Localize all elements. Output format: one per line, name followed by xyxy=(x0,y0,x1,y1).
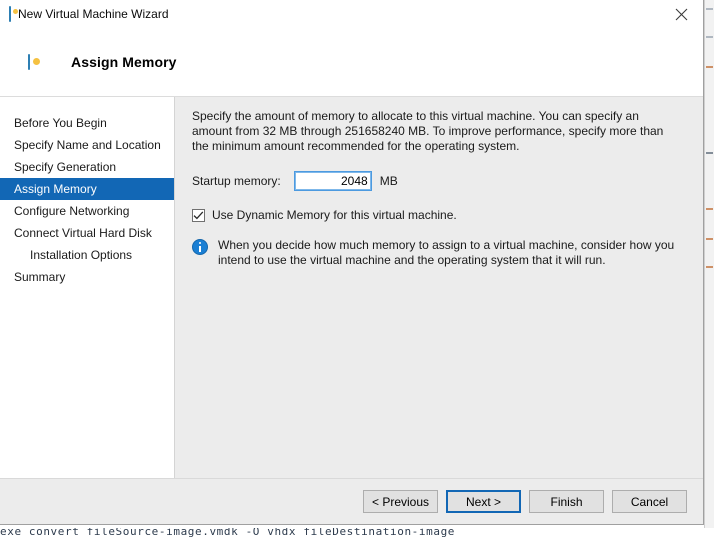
dynamic-memory-checkbox[interactable] xyxy=(192,208,205,222)
close-icon[interactable] xyxy=(659,0,703,28)
finish-button[interactable]: Finish xyxy=(529,490,604,513)
console-command-text: exe convert fileSource-image.vmdk -O vhd… xyxy=(0,528,456,538)
page-title: Assign Memory xyxy=(71,54,177,70)
sidebar-item-installation-options[interactable]: Installation Options xyxy=(0,244,174,266)
background-window-mark xyxy=(706,266,713,268)
new-virtual-machine-wizard-dialog: New Virtual Machine Wizard Assign Memory… xyxy=(0,0,704,525)
virtual-machine-monitor-icon xyxy=(9,6,18,22)
background-window-mark xyxy=(706,208,713,210)
dialog-header: Assign Memory xyxy=(0,28,703,97)
background-window-mark xyxy=(706,8,713,10)
info-icon xyxy=(192,239,208,255)
background-console-line: exe convert fileSource-image.vmdk -O vhd… xyxy=(0,528,714,539)
dynamic-memory-checkbox-row[interactable]: Use Dynamic Memory for this virtual mach… xyxy=(192,208,685,222)
info-icon-stem xyxy=(199,245,201,252)
monitor-screen xyxy=(28,54,40,70)
info-icon-dot xyxy=(199,242,201,244)
sidebar-item-summary[interactable]: Summary xyxy=(0,266,174,288)
sidebar-item-connect-virtual-hard-disk[interactable]: Connect Virtual Hard Disk xyxy=(0,222,174,244)
background-window-mark xyxy=(706,152,713,154)
startup-memory-label: Startup memory: xyxy=(192,174,281,188)
cancel-button[interactable]: Cancel xyxy=(612,490,687,513)
dialog-footer: < Previous Next > Finish Cancel xyxy=(0,478,703,524)
background-window-edge[interactable] xyxy=(704,0,714,539)
dialog-body: Before You Begin Specify Name and Locati… xyxy=(0,97,703,478)
previous-button[interactable]: < Previous xyxy=(363,490,438,513)
startup-memory-input[interactable] xyxy=(293,171,372,191)
dynamic-memory-label: Use Dynamic Memory for this virtual mach… xyxy=(212,208,457,222)
sidebar-item-before-you-begin[interactable]: Before You Begin xyxy=(0,112,174,134)
sidebar-item-assign-memory[interactable]: Assign Memory xyxy=(0,178,174,200)
sidebar-item-specify-generation[interactable]: Specify Generation xyxy=(0,156,174,178)
background-window-mark xyxy=(706,238,713,240)
checkmark-icon xyxy=(193,210,204,219)
sidebar-item-specify-name-and-location[interactable]: Specify Name and Location xyxy=(0,134,174,156)
info-note: When you decide how much memory to assig… xyxy=(192,238,685,268)
monitor-screen xyxy=(9,6,18,22)
wizard-step-list: Before You Begin Specify Name and Locati… xyxy=(0,97,175,478)
next-button[interactable]: Next > xyxy=(446,490,521,513)
window-title: New Virtual Machine Wizard xyxy=(18,7,169,21)
startup-memory-row: Startup memory: MB xyxy=(192,171,685,191)
background-window-mark xyxy=(706,66,713,68)
virtual-machine-monitor-icon xyxy=(28,54,40,70)
description-text: Specify the amount of memory to allocate… xyxy=(192,109,664,153)
startup-memory-unit-label: MB xyxy=(379,174,398,188)
background-window-mark xyxy=(706,36,713,38)
sidebar-item-configure-networking[interactable]: Configure Networking xyxy=(0,200,174,222)
wizard-content-pane: Specify the amount of memory to allocate… xyxy=(175,97,703,478)
info-note-text: When you decide how much memory to assig… xyxy=(218,238,675,267)
title-bar: New Virtual Machine Wizard xyxy=(0,0,703,28)
